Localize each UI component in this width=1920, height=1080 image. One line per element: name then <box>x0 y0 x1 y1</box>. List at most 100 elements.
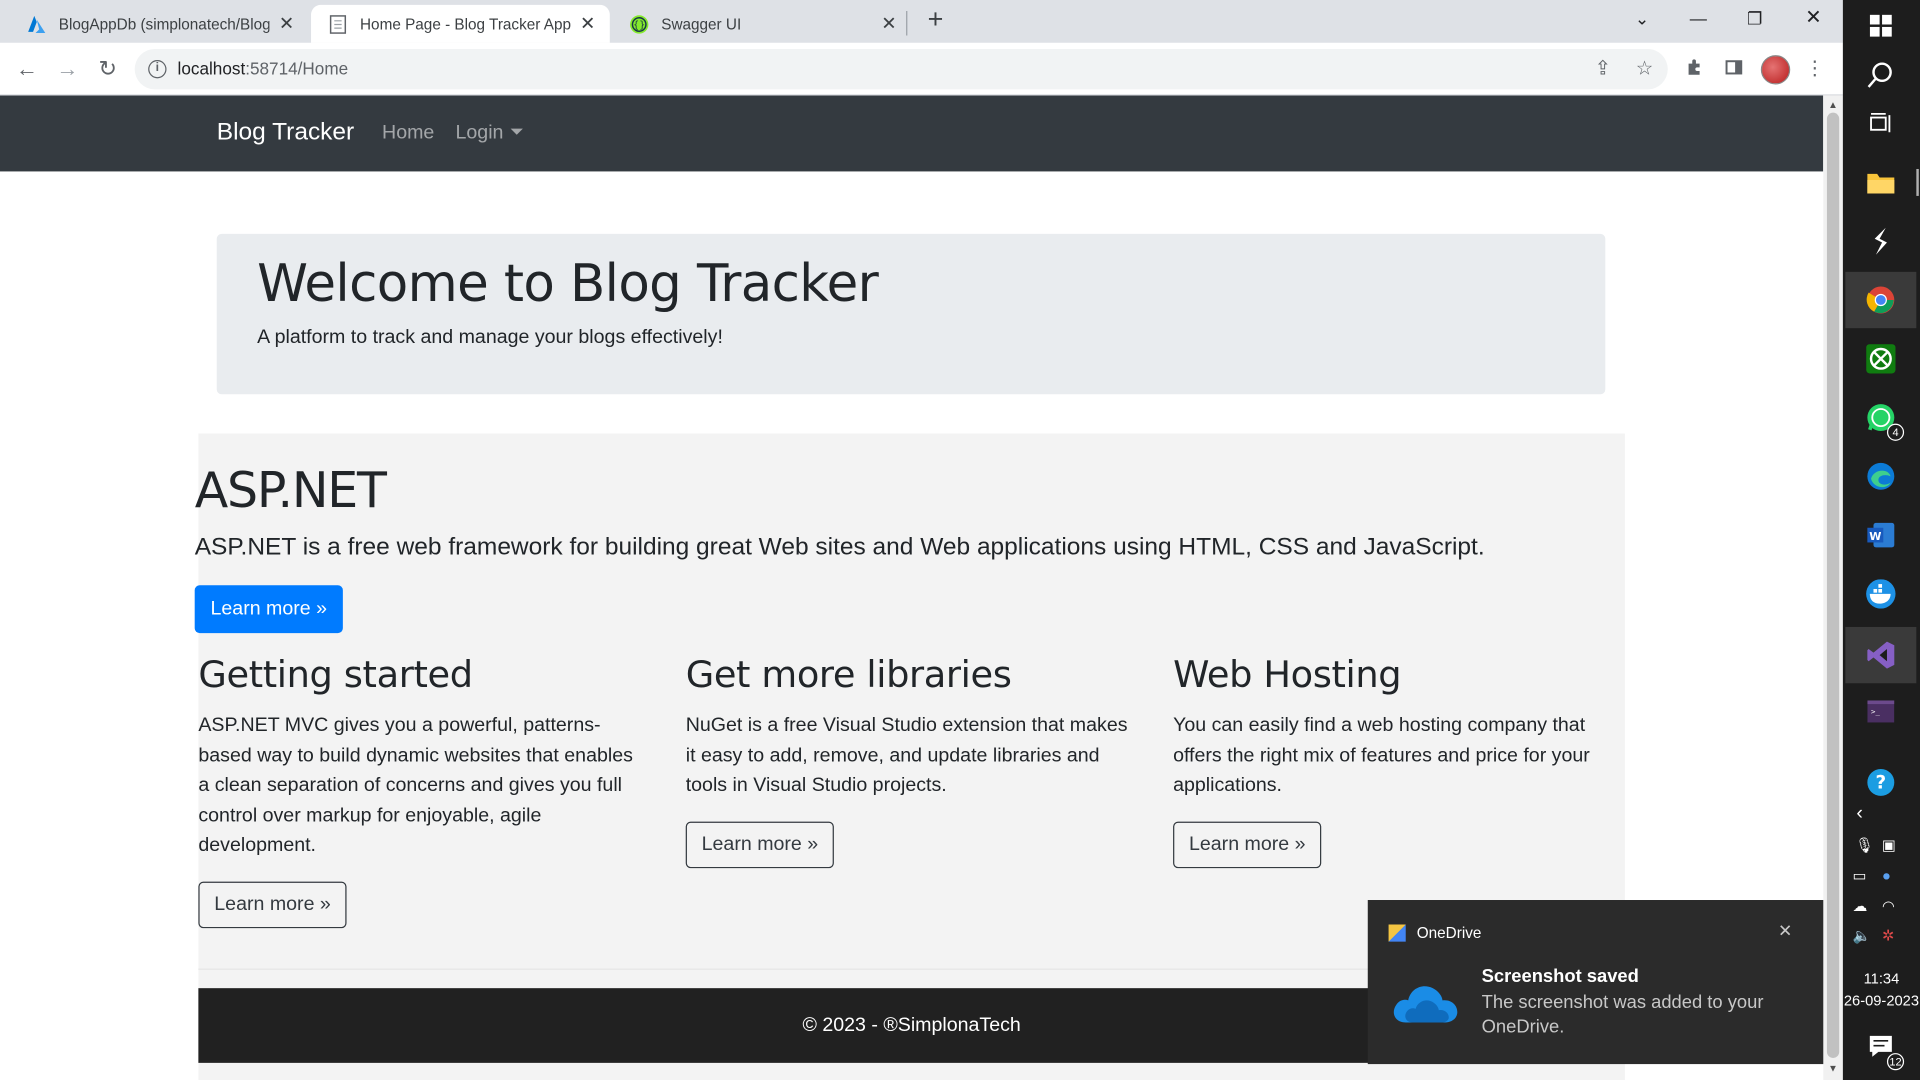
app-tray-icon[interactable]: ✲ <box>1882 927 1894 944</box>
tab-home-page[interactable]: Home Page - Blog Tracker App ✕ <box>311 4 610 43</box>
notification-center-icon[interactable]: 12 <box>1862 1029 1905 1071</box>
column-web-hosting: Web Hosting You can easily find a web ho… <box>1173 654 1616 868</box>
scrollbar-thumb[interactable] <box>1826 112 1840 1058</box>
side-panel-icon[interactable] <box>1722 58 1746 82</box>
nav-login-dropdown[interactable]: Login <box>456 122 524 144</box>
wifi-icon[interactable]: ◠ <box>1882 898 1895 915</box>
taskbar-time[interactable]: 11:34 <box>1843 970 1920 987</box>
network-error-icon[interactable]: ● <box>1882 867 1891 884</box>
nav-login-label: Login <box>455 122 504 144</box>
display-icon[interactable]: ▣ <box>1882 836 1896 853</box>
tab-separator <box>906 11 908 36</box>
browser-tab-strip: BlogAppDb (simplonatech/Blog/ ✕ Home Pag… <box>0 0 1843 43</box>
notification-app-name: OneDrive <box>1416 924 1482 942</box>
learn-more-button[interactable]: Learn more » <box>198 881 347 928</box>
url-text[interactable]: localhost:58714/Home <box>178 59 349 79</box>
page-icon <box>328 14 348 34</box>
windows-start-icon[interactable] <box>1862 7 1899 44</box>
site-brand[interactable]: Blog Tracker <box>217 119 354 147</box>
forward-button[interactable]: → <box>53 55 82 84</box>
close-window-button[interactable]: ✕ <box>1785 0 1841 39</box>
notification-body: The screenshot was added to your OneDriv… <box>1481 991 1764 1038</box>
battery-icon[interactable]: ▭ <box>1853 867 1867 884</box>
cloud-icon <box>1393 986 1458 1023</box>
task-view-icon[interactable] <box>1862 105 1899 142</box>
file-explorer-icon[interactable] <box>1862 164 1919 201</box>
svg-text:?: ? <box>1876 773 1887 794</box>
xbox-icon[interactable] <box>1862 340 1899 377</box>
volume-icon[interactable]: 🔈 <box>1853 927 1871 944</box>
share-icon[interactable]: ⇪ <box>1592 59 1614 81</box>
column-title: Web Hosting <box>1173 653 1402 697</box>
browser-toolbar: ← → ↻ i localhost:58714/Home ⇪ ☆ ⋮ <box>0 42 1843 96</box>
search-icon[interactable] <box>1862 56 1899 93</box>
edge-icon[interactable] <box>1862 458 1899 495</box>
whatsapp-badge: 4 <box>1886 423 1905 441</box>
extensions-icon[interactable] <box>1682 58 1706 82</box>
column-text: ASP.NET MVC gives you a powerful, patter… <box>198 715 633 856</box>
tab-swagger[interactable]: {} Swagger UI ✕ <box>612 5 911 43</box>
hero-learn-more-button[interactable]: Learn more » <box>194 585 343 634</box>
column-title: Getting started <box>198 653 473 697</box>
site-navbar: Blog Tracker Home Login <box>0 95 1824 172</box>
help-icon[interactable]: ? <box>1862 764 1899 801</box>
scroll-up-icon[interactable]: ▲ <box>1828 99 1838 110</box>
tab-blogappdb[interactable]: BlogAppDb (simplonatech/Blog/ ✕ <box>10 5 309 43</box>
word-icon[interactable]: W <box>1862 517 1899 554</box>
show-hidden-icons-chevron-icon[interactable]: ‹ <box>1856 803 1863 825</box>
back-button[interactable]: ← <box>12 55 41 84</box>
tab-label: Home Page - Blog Tracker App <box>360 15 571 33</box>
address-bar[interactable]: i localhost:58714/Home ⇪ ☆ <box>134 48 1668 90</box>
svg-text:W: W <box>1869 530 1881 543</box>
svg-text:>_: >_ <box>1871 707 1880 716</box>
jumbotron-title: Welcome to Blog Tracker <box>257 253 879 314</box>
learn-more-button[interactable]: Learn more » <box>685 821 835 868</box>
visual-studio-icon[interactable] <box>1845 626 1917 684</box>
close-icon[interactable]: ✕ <box>1778 921 1792 942</box>
column-text: You can easily find a web hosting compan… <box>1173 715 1590 796</box>
tab-search-button[interactable]: ⌄ <box>1614 0 1670 39</box>
svg-text:{}: {} <box>633 20 645 31</box>
tab-label: Swagger UI <box>661 15 742 33</box>
info-icon[interactable]: i <box>148 60 167 79</box>
swagger-icon: {} <box>629 14 649 34</box>
scroll-down-icon[interactable]: ▼ <box>1828 1063 1838 1074</box>
azure-icon <box>27 14 47 34</box>
hero-lead: ASP.NET is a free web framework for buil… <box>194 533 1485 561</box>
nav-home[interactable]: Home <box>382 122 434 144</box>
whatsapp-icon[interactable]: 4 <box>1862 399 1905 441</box>
taskbar-date[interactable]: 26-09-2023 <box>1843 992 1920 1009</box>
close-icon[interactable]: ✕ <box>578 13 598 34</box>
profile-avatar[interactable] <box>1760 55 1791 85</box>
sublime-icon[interactable] <box>1862 223 1899 260</box>
jumbotron-subtitle: A platform to track and manage your blog… <box>257 326 723 348</box>
restore-button[interactable]: ❐ <box>1727 0 1783 39</box>
chevron-down-icon <box>510 128 524 135</box>
column-get-more-libraries: Get more libraries NuGet is a free Visua… <box>685 653 1129 868</box>
hero-title: ASP.NET <box>194 462 387 520</box>
close-icon[interactable]: ✕ <box>879 13 899 34</box>
onedrive-tray-icon[interactable]: ☁ <box>1853 898 1868 915</box>
screen: BlogAppDb (simplonatech/Blog/ ✕ Home Pag… <box>0 0 1920 1080</box>
windows-taskbar: 4 W >_ ? ‹ 🎙 ▣ ▭ ● ☁ ◠ 🔈 ✲ 11:34 26-09-2… <box>1842 0 1920 1080</box>
microphone-icon[interactable]: 🎙 <box>1855 836 1874 853</box>
minimize-button[interactable]: — <box>1670 0 1726 39</box>
new-tab-button[interactable]: + <box>921 6 950 35</box>
page-scrollbar[interactable]: ▲ ▼ <box>1823 95 1843 1080</box>
notification-title: Screenshot saved <box>1481 966 1639 987</box>
column-title: Get more libraries <box>685 653 1012 697</box>
onedrive-app-icon <box>1388 924 1406 942</box>
reload-button[interactable]: ↻ <box>93 55 122 84</box>
close-icon[interactable]: ✕ <box>277 13 297 34</box>
onedrive-notification[interactable]: OneDrive ✕ Screenshot saved The screensh… <box>1367 900 1824 1065</box>
docker-icon[interactable] <box>1862 576 1899 613</box>
chrome-icon[interactable] <box>1845 271 1917 329</box>
bookmark-star-icon[interactable]: ☆ <box>1633 59 1655 81</box>
jumbotron: Welcome to Blog Tracker A platform to tr… <box>216 233 1606 395</box>
column-getting-started: Getting started ASP.NET MVC gives you a … <box>198 654 641 928</box>
learn-more-button[interactable]: Learn more » <box>1173 821 1322 868</box>
column-text: NuGet is a free Visual Studio extension … <box>685 715 1128 796</box>
menu-icon[interactable]: ⋮ <box>1802 58 1826 82</box>
terminal-icon[interactable]: >_ <box>1862 693 1899 730</box>
notification-count-badge: 12 <box>1886 1053 1905 1071</box>
